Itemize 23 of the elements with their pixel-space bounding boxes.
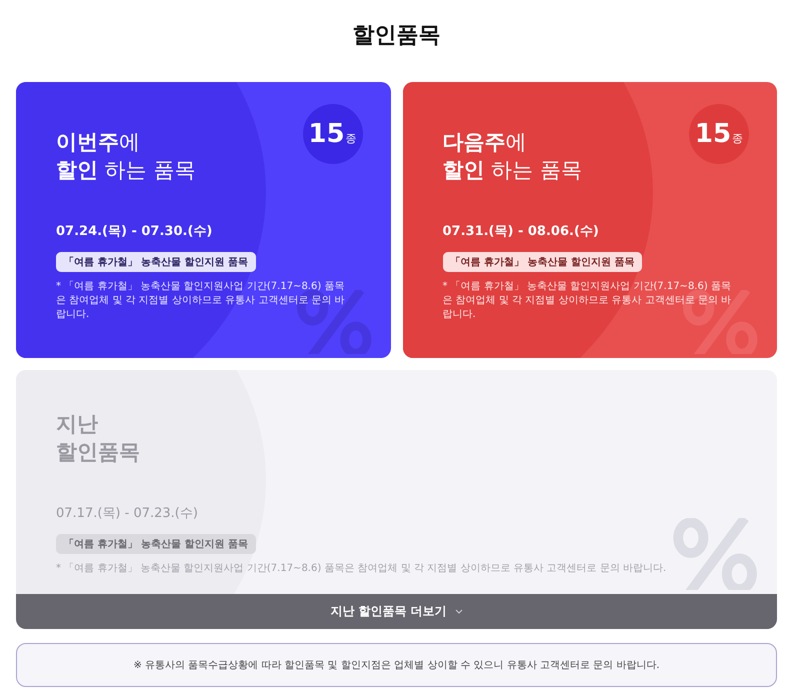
more-button[interactable]: 지난 할인품목 더보기: [16, 594, 777, 629]
page-title: 할인품목: [352, 22, 442, 50]
card-note: * 「여름 휴가철」 농축산물 할인지원사업 기간(7.17~8.6) 품목은 참여업체 및 각 지점별 상이하므로 유통사 고객센터로 문의 바랍니다.: [442, 280, 732, 322]
card-title: 다음주에: [442, 129, 526, 156]
count-number: 15: [308, 119, 345, 149]
notice-text: ※ 유통사의 품목수급상황에 따라 할인품목 및 할인지점은 업체별 상이할 수 있으니 유통사 고객센터로 문의 바랍니다.: [16, 643, 777, 687]
date-range: 07.24.(목) - 07.30.(수): [56, 223, 214, 240]
card-title: 할인 하는 품목: [442, 157, 582, 184]
card-title: 할인 하는 품목: [56, 157, 196, 184]
count-unit: 종: [732, 130, 744, 146]
tag-label: 「여름 휴가철」 농축산물 할인지원 품목: [56, 534, 256, 554]
card-note: * 「여름 휴가철」 농축산물 할인지원사업 기간(7.17~8.6) 품목은 참여업체 및 각 지점별 상이하므로 유통사 고객센터로 문의 바랍니다.: [56, 562, 668, 576]
date-range: 07.17.(목) - 07.23.(수): [56, 505, 199, 522]
count-number: 15: [694, 119, 732, 149]
date-range: 07.31.(목) - 08.06.(수): [442, 223, 600, 240]
tag-label: 「여름 휴가철」 농축산물 할인지원 품목: [56, 252, 256, 272]
count-unit: 종: [346, 130, 357, 146]
tag-label: 「여름 휴가철」 농축산물 할인지원 품목: [442, 252, 642, 272]
card-title: 할인품목: [56, 439, 140, 466]
chevron-down-icon: [454, 609, 463, 614]
card-note: * 「여름 휴가철」 농축산물 할인지원사업 기간(7.17~8.6) 품목은 참여업체 및 각 지점별 상이하므로 유통사 고객센터로 문의 바랍니다.: [56, 280, 346, 322]
card-title: 이번주에: [56, 129, 140, 156]
card-title: 지난: [56, 411, 98, 438]
